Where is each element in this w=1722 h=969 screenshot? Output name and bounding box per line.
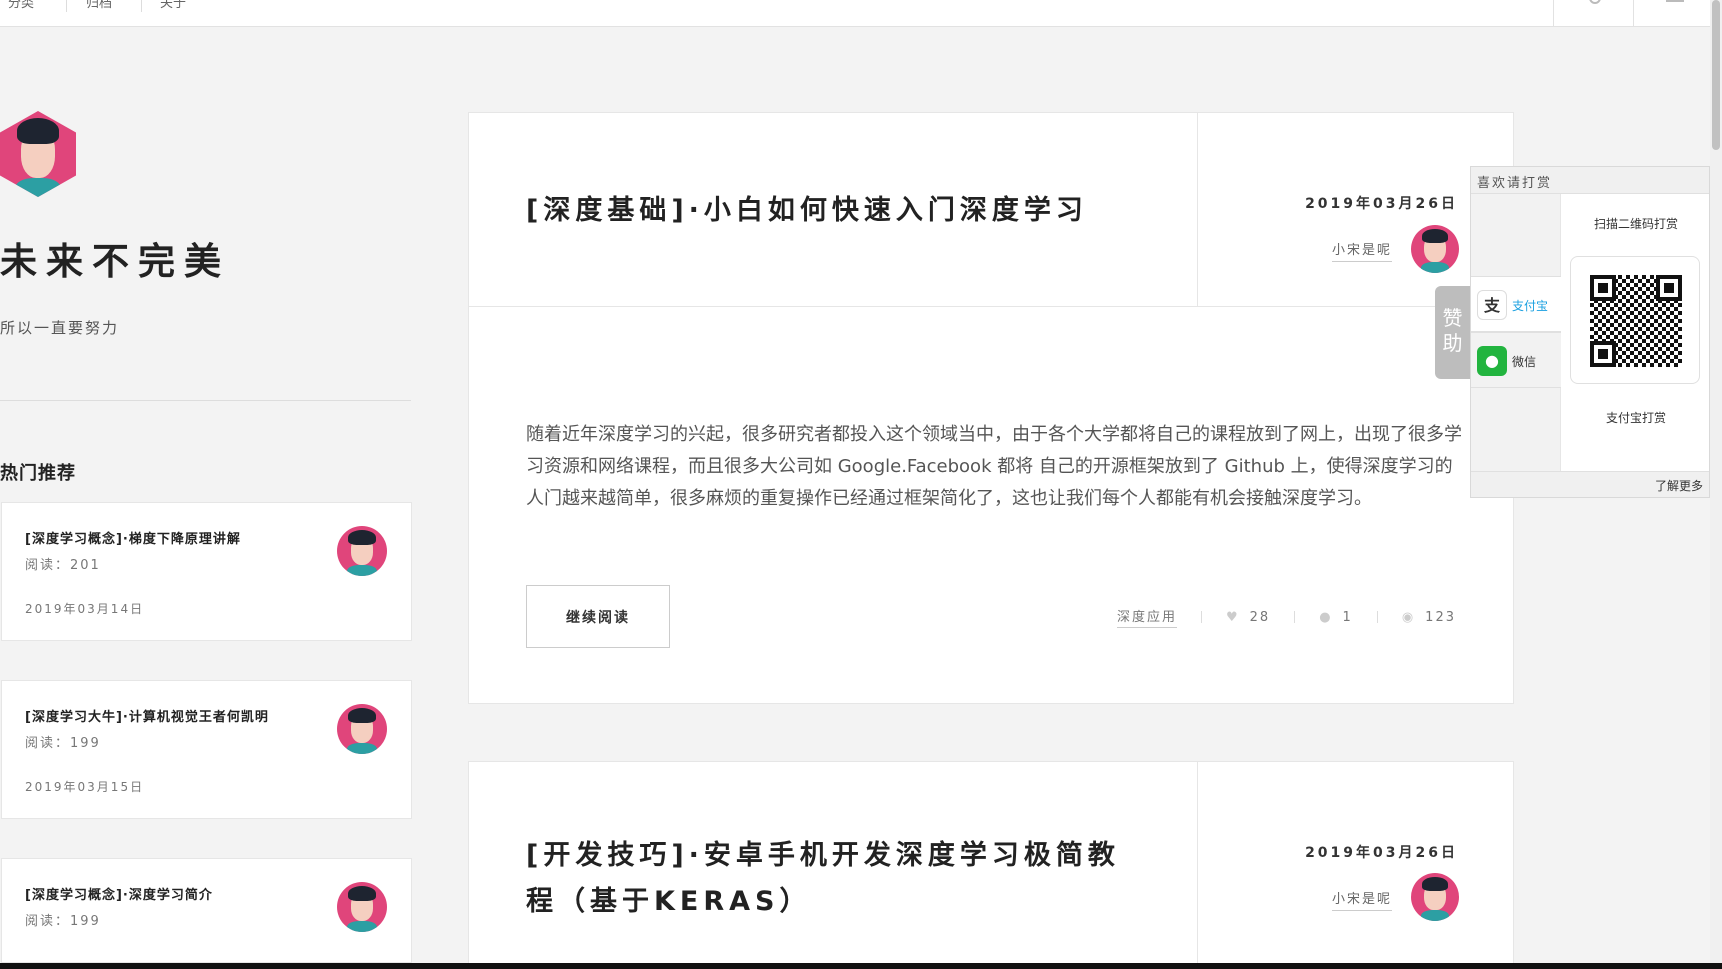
post-author[interactable]: 小宋是呢 — [1331, 888, 1392, 911]
sponsor-tab[interactable]: 赞助 — [1435, 286, 1470, 379]
hot-item-reads: 阅读：199 — [25, 914, 101, 929]
divider — [0, 400, 411, 401]
post-header: [开发技巧]·安卓手机开发深度学习极简教程（基于KERAS） 2019年03月2… — [469, 762, 1515, 969]
post-card: [深度基础]·小白如何快速入门深度学习 2019年03月26日 小宋是呢 随着近… — [468, 112, 1515, 704]
author-avatar — [337, 704, 387, 754]
menu-button[interactable] — [1633, 0, 1713, 27]
hot-item[interactable]: [深度学习概念]·深度学习简介 阅读：199 — [1, 858, 412, 963]
nav-item-about[interactable]: 关于 — [160, 0, 186, 11]
scan-instruction: 扫描二维码打赏 — [1593, 217, 1678, 231]
post-date: 2019年03月26日 — [1305, 196, 1458, 212]
read-more-button[interactable]: 继续阅读 — [526, 585, 670, 648]
post-author[interactable]: 小宋是呢 — [1331, 239, 1392, 262]
post-date: 2019年03月26日 — [1305, 845, 1458, 861]
donate-method-label: 支付宝 — [1512, 299, 1549, 313]
view-count: 123 — [1425, 609, 1456, 625]
hot-item-reads: 阅读：199 — [25, 736, 101, 751]
author-avatar[interactable] — [1411, 225, 1459, 273]
author-avatar — [337, 882, 387, 932]
comment-count: 1 — [1342, 609, 1353, 625]
post-header: [深度基础]·小白如何快速入门深度学习 2019年03月26日 小宋是呢 — [469, 113, 1515, 307]
meta-separator — [1294, 611, 1296, 623]
donate-method-alipay[interactable]: 支 支付宝 — [1471, 276, 1561, 332]
meta-separator — [1376, 611, 1378, 623]
nav-item-categories[interactable]: 分类 — [8, 0, 34, 11]
top-nav-bar: 分类 归档 关于 — [0, 0, 1710, 27]
post-meta: 深度应用 ♥ 28 ● 1 ◉ 123 — [1116, 606, 1456, 628]
bottom-edge — [0, 963, 1722, 969]
comment-icon[interactable]: ● — [1319, 610, 1332, 625]
donate-method-label: 微信 — [1512, 355, 1537, 369]
author-avatar — [337, 526, 387, 576]
search-button[interactable] — [1553, 0, 1633, 27]
nav-separator — [141, 0, 142, 12]
post-title[interactable]: [开发技巧]·安卓手机开发深度学习极简教程（基于KERAS） — [526, 833, 1146, 925]
like-count: 28 — [1249, 609, 1271, 625]
scrollbar[interactable] — [1710, 0, 1722, 969]
donate-header: 喜欢请打赏 — [1471, 167, 1709, 194]
divider — [1197, 113, 1198, 307]
qr-code-frame — [1570, 256, 1700, 384]
hot-item[interactable]: [深度学习大牛]·计算机视觉王者何凯明 阅读：199 2019年03月15日 — [1, 680, 412, 819]
hot-item-title[interactable]: [深度学习概念]·梯度下降原理讲解 — [25, 528, 241, 547]
eye-icon: ◉ — [1401, 609, 1416, 625]
meta-separator — [1201, 611, 1202, 623]
qr-code-icon — [1590, 275, 1682, 367]
post-category[interactable]: 深度应用 — [1116, 606, 1177, 628]
alipay-icon: 支 — [1477, 290, 1507, 320]
divider — [1197, 762, 1198, 969]
pay-label: 支付宝打赏 — [1605, 411, 1666, 425]
search-icon — [1589, 0, 1601, 4]
site-title[interactable]: 未来不完美 — [0, 231, 230, 285]
site-subtitle: 所以一直要努力 — [0, 319, 120, 337]
hot-item-date: 2019年03月15日 — [25, 780, 145, 794]
hot-item-reads: 阅读：201 — [25, 558, 101, 573]
nav-item-archives[interactable]: 归档 — [86, 0, 112, 11]
hot-item-title[interactable]: [深度学习概念]·深度学习简介 — [25, 884, 213, 903]
learn-more-link[interactable]: 了解更多 — [1655, 477, 1703, 494]
wechat-icon: ● — [1477, 346, 1507, 376]
heart-icon[interactable]: ♥ — [1226, 610, 1240, 625]
post-title[interactable]: [深度基础]·小白如何快速入门深度学习 — [526, 188, 1146, 234]
menu-icon — [1666, 0, 1684, 2]
donate-footer: 了解更多 — [1471, 471, 1709, 497]
donate-method-wechat[interactable]: ● 微信 — [1471, 332, 1561, 388]
hot-item[interactable]: [深度学习概念]·梯度下降原理讲解 阅读：201 2019年03月14日 — [1, 502, 412, 641]
nav-separator — [66, 0, 67, 12]
profile-avatar — [0, 111, 76, 197]
post-card: [开发技巧]·安卓手机开发深度学习极简教程（基于KERAS） 2019年03月2… — [468, 761, 1514, 969]
post-excerpt: 随着近年深度学习的兴起，很多研究者都投入这个领域当中，由于各个大学都将自己的课程… — [526, 424, 1462, 509]
author-avatar[interactable] — [1411, 873, 1459, 921]
hot-item-title[interactable]: [深度学习大牛]·计算机视觉王者何凯明 — [25, 706, 269, 725]
hot-heading: 热门推荐 — [0, 463, 76, 484]
hot-item-date: 2019年03月14日 — [25, 602, 145, 616]
donate-panel: 喜欢请打赏 支 支付宝 ● 微信 扫描二维码打赏 支付宝打赏 了解更多 — [1470, 166, 1710, 498]
scrollbar-thumb[interactable] — [1712, 0, 1720, 150]
